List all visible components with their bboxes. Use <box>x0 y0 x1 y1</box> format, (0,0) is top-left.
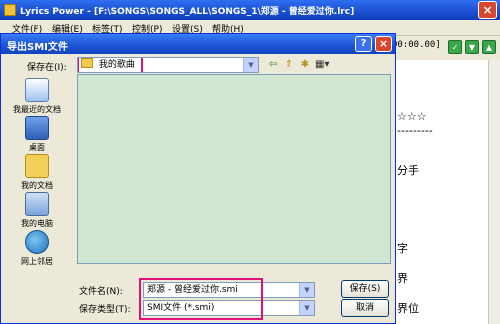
desktop-icon <box>25 116 49 140</box>
view-menu-icon[interactable]: ▦▾ <box>315 59 329 71</box>
chevron-down-icon[interactable]: ▼ <box>299 283 314 297</box>
lyrics-editor[interactable]: ☆☆☆ --------- 分手 字 界 界位 <box>390 60 500 324</box>
place-network[interactable]: 网上邻居 <box>7 230 67 267</box>
filename-label: 文件名(N): <box>79 287 123 297</box>
right-toolbar: 00:00.00] ✓ ▼ ▲ <box>390 36 500 60</box>
main-close-button[interactable]: × <box>478 1 497 19</box>
editor-scrollbar[interactable] <box>488 60 500 324</box>
editor-line: 界 <box>397 272 408 285</box>
place-my-documents[interactable]: 我的文档 <box>7 154 67 191</box>
main-window-title: Lyrics Power - [F:\SONGS\SONGS_ALL\SONGS… <box>20 7 355 17</box>
save-button[interactable]: 保存(S) <box>341 280 389 298</box>
editor-line: --------- <box>397 124 433 137</box>
save-in-label: 保存在(I): <box>27 63 67 73</box>
dropdown-icon[interactable]: ▼ <box>465 40 479 54</box>
dialog-title: 导出SMI文件 <box>7 42 68 53</box>
up-folder-icon[interactable]: ⇑ <box>283 59 295 71</box>
file-list-area[interactable] <box>77 74 391 264</box>
dialog-titlebar: 导出SMI文件 ? × <box>1 34 395 54</box>
save-in-combo[interactable]: 我的歌曲 ▼ <box>77 57 259 73</box>
place-my-computer-label: 我的电脑 <box>21 219 53 228</box>
save-in-dropdown[interactable]: 我的歌曲 ▼ <box>77 57 259 73</box>
cancel-button[interactable]: 取消 <box>341 299 389 317</box>
network-places-icon <box>25 230 49 254</box>
place-desktop[interactable]: 桌面 <box>7 116 67 153</box>
timecode-display: 00:00.00] <box>392 40 441 50</box>
export-smi-dialog: 导出SMI文件 ? × 保存在(I): 我的歌曲 ▼ ⇦ ⇑ ✱ ▦▾ 我最近的… <box>0 33 396 324</box>
up-arrow-icon[interactable]: ▲ <box>482 40 496 54</box>
my-computer-icon <box>25 192 49 216</box>
place-recent[interactable]: 我最近的文档 <box>7 78 67 115</box>
new-folder-icon[interactable]: ✱ <box>299 59 311 71</box>
editor-line: ☆☆☆ <box>397 110 427 123</box>
place-my-computer[interactable]: 我的电脑 <box>7 192 67 229</box>
editor-line: 界位 <box>397 302 419 315</box>
chevron-down-icon[interactable]: ▼ <box>243 58 258 72</box>
recent-documents-icon <box>25 78 49 102</box>
app-icon <box>4 4 16 16</box>
filetype-label: 保存类型(T): <box>79 305 131 315</box>
save-in-highlight <box>78 58 143 72</box>
filename-filetype-highlight <box>139 278 263 320</box>
back-icon[interactable]: ⇦ <box>267 59 279 71</box>
place-network-label: 网上邻居 <box>21 257 53 266</box>
dialog-close-button[interactable]: × <box>375 36 392 52</box>
places-bar: 我最近的文档 桌面 我的文档 我的电脑 网上邻居 <box>7 74 67 274</box>
editor-line: 分手 <box>397 164 419 177</box>
chevron-down-icon[interactable]: ▼ <box>299 301 314 315</box>
my-documents-icon <box>25 154 49 178</box>
place-recent-label: 我最近的文档 <box>13 105 61 114</box>
place-desktop-label: 桌面 <box>29 143 45 152</box>
help-button[interactable]: ? <box>355 36 372 52</box>
editor-line: 字 <box>397 242 408 255</box>
main-titlebar: Lyrics Power - [F:\SONGS\SONGS_ALL\SONGS… <box>0 0 500 20</box>
check-icon[interactable]: ✓ <box>448 40 462 54</box>
place-my-documents-label: 我的文档 <box>21 181 53 190</box>
